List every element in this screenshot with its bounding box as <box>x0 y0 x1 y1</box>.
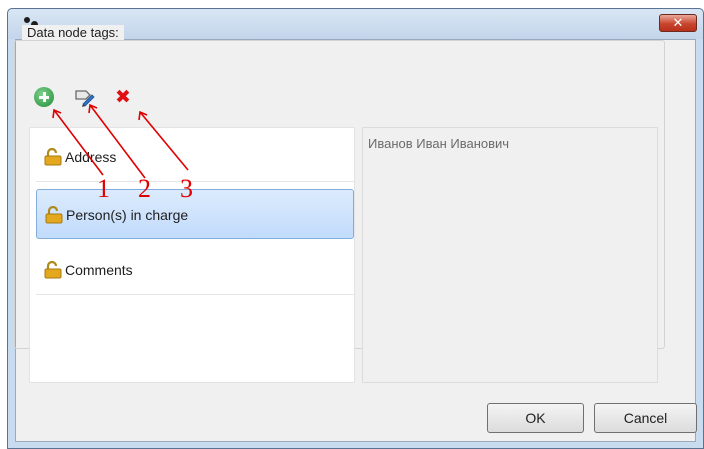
annotation-1: 1 <box>97 174 110 203</box>
arrow-1 <box>53 109 104 176</box>
arrow-2 <box>89 104 146 179</box>
annotation-arrows <box>52 103 189 179</box>
arrow-3 <box>139 111 189 171</box>
annotation-2: 2 <box>138 174 151 203</box>
annotation-3: 3 <box>180 174 193 203</box>
